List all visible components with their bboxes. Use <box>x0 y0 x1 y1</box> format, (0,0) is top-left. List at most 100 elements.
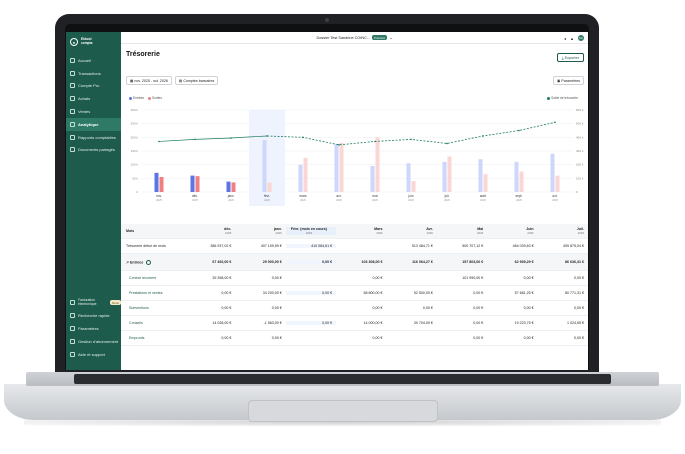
sidebar-item-transactions[interactable]: Transactions <box>66 67 121 80</box>
sidebar-item-label: Compte Pro <box>78 83 100 89</box>
y2-tick-label: 500 k <box>576 122 584 126</box>
x-tick-year: 2026 <box>228 198 234 202</box>
treasury-table: Mois déc. 2025 janv. 2026 Févr. (mois en cour… <box>121 224 588 346</box>
table-cell: 407 159,59 € <box>260 244 282 248</box>
table-header-month[interactable]: Juil. 2026 <box>538 227 588 236</box>
table-cell: 0,00 € <box>473 306 484 310</box>
y-tick-label: 50 k <box>132 176 138 180</box>
invoice-icon <box>70 300 75 305</box>
export-button[interactable]: ⤓ Exporter <box>556 53 584 62</box>
cart-icon <box>70 96 75 102</box>
expand-toggle-icon[interactable] <box>146 259 152 265</box>
month-year: 2026 <box>477 231 484 235</box>
home-icon <box>70 57 75 63</box>
row-label[interactable]: Contrat récurrent <box>121 276 185 280</box>
new-badge: Nouv <box>109 300 121 305</box>
sidebar-item-abonnement[interactable]: Gestion d'abonnement <box>66 335 121 348</box>
logo-mark-icon: ● <box>70 38 78 46</box>
table-cell: 67 492,00 € <box>212 260 232 264</box>
app-logo[interactable]: ● Ekkool compta <box>70 37 117 47</box>
table-cell: 29 000,00 € <box>262 260 282 264</box>
solde-point <box>518 129 520 132</box>
table-header-month[interactable]: déc. 2025 <box>185 227 235 236</box>
date-range-filter[interactable]: ▦ nov. 2025 - oct. 2026 <box>126 76 172 85</box>
table-header-month[interactable]: Mars 2026 <box>336 227 386 236</box>
avatar[interactable]: SC <box>578 35 584 41</box>
sidebar-item-achats[interactable]: Achats <box>66 92 121 105</box>
row-label[interactable]: ↗ Entrées <box>121 259 185 265</box>
table-header-month[interactable]: janv. 2026 <box>235 227 285 236</box>
bar-sorties <box>447 156 452 192</box>
x-tick-label: oct. <box>552 194 557 198</box>
table-row: Prestations et ventes 0,00 €34 200,00 €0,… <box>121 286 588 301</box>
sidebar-item-analytique[interactable]: Analytique <box>66 117 121 131</box>
table-cell: 0,00 € <box>285 260 337 264</box>
x-tick-year: 2026 <box>264 198 270 202</box>
row-label[interactable]: Emprunts <box>121 336 185 340</box>
sidebar-item-recherche[interactable]: Recherche rapide <box>66 309 121 322</box>
month-year: 2026 <box>275 231 282 235</box>
bar-sorties <box>519 171 524 192</box>
page-title: Trésorerie <box>126 51 160 58</box>
x-tick-year: 2025 <box>156 198 162 202</box>
table-row-entrees[interactable]: ↗ Entrées 67 492,00 € 29 000,00 €0,00 € 103… <box>121 254 588 271</box>
y2-tick-label: 600 k <box>576 108 584 112</box>
bar-entrees <box>334 144 339 192</box>
sidebar-nav: Accueil Transactions Compte Pro Achats V… <box>66 54 121 156</box>
sidebar-item-accueil[interactable]: Accueil <box>66 54 121 67</box>
table-header-month[interactable]: Mai 2026 <box>437 227 487 236</box>
table-row: Conseils 14 028,00 € -1 563,00 €0,00 €14 0… <box>121 316 588 331</box>
table-header-month[interactable]: Juin 2026 <box>487 227 537 236</box>
bar-entrees <box>514 161 519 192</box>
solde-point <box>446 142 448 145</box>
accounts-label: Comptes bancaires <box>183 78 215 83</box>
table-header-month[interactable]: Févr. (mois en cours) 2026 <box>285 226 337 236</box>
row-label[interactable]: Prestations et ventes <box>121 291 185 295</box>
y2-tick-label: 400 k <box>576 135 584 139</box>
parameters-button[interactable]: ▣ Paramètres <box>553 76 584 85</box>
company-selector[interactable]: Dossier Test Sandrine COINC... Premium ⌄ <box>317 35 392 40</box>
bell-icon[interactable]: ▲ <box>570 36 574 41</box>
x-tick-year: 2026 <box>516 198 522 202</box>
sidebar-item-rapports[interactable]: Rapports comptables <box>66 131 121 144</box>
sidebar-item-documents[interactable]: Documents partagés <box>66 144 121 157</box>
sidebar-item-facturation[interactable]: Facturation électronique Nouv <box>66 296 121 309</box>
accounts-filter[interactable]: ▤ Comptes bancaires <box>174 76 219 85</box>
sidebar-item-label: Accueil <box>78 57 91 63</box>
bar-entrees <box>154 172 159 192</box>
y-tick-label: 300 k <box>131 108 139 112</box>
solde-point <box>482 135 484 137</box>
bar-sorties <box>267 182 272 192</box>
row-label[interactable]: Subventions <box>121 306 185 310</box>
table-cell: 0,00 € <box>271 336 282 340</box>
table-cell: 464 039,63 € <box>512 244 534 248</box>
parameters-label: Paramètres <box>561 78 580 83</box>
row-label[interactable]: Conseils <box>121 321 185 325</box>
sidebar-item-label: Transactions <box>78 70 101 76</box>
x-tick-year: 2026 <box>300 198 306 202</box>
plan-badge: Premium <box>372 35 388 40</box>
bar-sorties <box>555 175 560 192</box>
table-cell: 39 398,00 € <box>212 276 232 280</box>
month-year: 2026 <box>527 231 534 235</box>
table-row: Contrat récurrent 39 398,00 € 0,00 € 0,00 €… <box>121 271 588 286</box>
solde-point <box>302 136 304 139</box>
y-tick-label: 150 k <box>131 149 139 153</box>
topbar: Dossier Test Sandrine COINC... Premium ⌄… <box>121 32 588 44</box>
megaphone-icon[interactable]: ◂ <box>564 36 566 41</box>
x-tick-label: mars <box>299 194 306 198</box>
month-year: 2026 <box>577 231 584 235</box>
sidebar-item-ventes[interactable]: Ventes <box>66 105 121 118</box>
help-icon <box>70 352 75 357</box>
sidebar-item-parametres[interactable]: Paramètres <box>66 322 121 335</box>
app-screen: ● Ekkool compta Accueil Transactions Com… <box>66 32 588 370</box>
sidebar-item-aide[interactable]: Aide et support <box>66 348 121 361</box>
y-tick-label: 100 k <box>131 163 139 167</box>
x-tick-year: 2025 <box>192 198 198 202</box>
sidebar-item-label: Aide et support <box>78 352 105 357</box>
sidebar-item-compte-pro[interactable]: Compte Pro <box>66 80 121 93</box>
x-tick-label: sept. <box>516 194 523 198</box>
bar-sorties <box>195 176 200 192</box>
bar-entrees <box>226 181 231 192</box>
table-header-month[interactable]: Avr. 2026 <box>387 227 437 236</box>
